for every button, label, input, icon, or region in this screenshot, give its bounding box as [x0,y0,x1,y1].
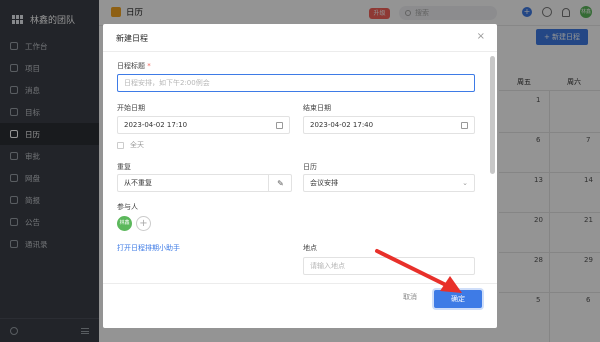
title-placeholder: 日程安排，如下午2:00例会 [124,79,210,87]
all-day-checkbox[interactable]: 全天 [117,140,144,150]
start-date-label: 开始日期 [117,104,145,112]
dialog-header: 新建日程 × [103,24,497,52]
close-icon[interactable]: × [477,31,485,42]
schedule-assistant-link[interactable]: 打开日程排期小助手 [117,243,180,253]
participant-avatar[interactable]: 林鑫 [117,216,132,231]
dialog-scrollbar[interactable] [490,56,495,174]
cancel-button[interactable]: 取消 [403,292,417,302]
title-label: 日程标题 * [117,61,151,71]
repeat-label: 重复 [117,163,131,171]
calendar-select[interactable]: 会议安排 ⌄ [303,174,475,192]
all-day-label: 全天 [130,141,144,149]
end-date-label: 结束日期 [303,104,331,112]
add-participant-button[interactable]: + [136,216,151,231]
dialog-title: 新建日程 [116,34,148,43]
calendar-check-icon [461,122,468,129]
repeat-field[interactable]: 从不重复 [117,174,292,192]
start-date-value: 2023-04-02 17:10 [124,121,188,129]
location-placeholder: 请输入地点 [310,262,345,270]
end-date-value: 2023-04-02 17:40 [310,121,374,129]
new-event-dialog: 新建日程 × 日程标题 * 日程安排，如下午2:00例会 开始日期 2023-0… [103,24,497,328]
start-date-field[interactable]: 2023-04-02 17:10 [117,116,290,134]
location-label: 地点 [303,244,317,252]
calendar-icon [276,122,283,129]
calendar-value: 会议安排 [310,179,338,187]
repeat-value: 从不重复 [124,179,152,187]
confirm-button[interactable]: 确定 [434,290,482,308]
location-input[interactable]: 请输入地点 [303,257,475,275]
end-date-field[interactable]: 2023-04-02 17:40 [303,116,475,134]
pen-icon: ✎ [277,178,284,188]
required-mark: * [147,62,151,70]
chevron-down-icon: ⌄ [462,179,468,187]
calendar-label: 日历 [303,163,317,171]
edit-repeat-button[interactable]: ✎ [268,174,292,192]
participants-label: 参与人 [117,203,138,211]
event-title-input[interactable]: 日程安排，如下午2:00例会 [117,74,475,92]
title-label-text: 日程标题 [117,62,145,70]
checkbox-icon [117,141,124,149]
